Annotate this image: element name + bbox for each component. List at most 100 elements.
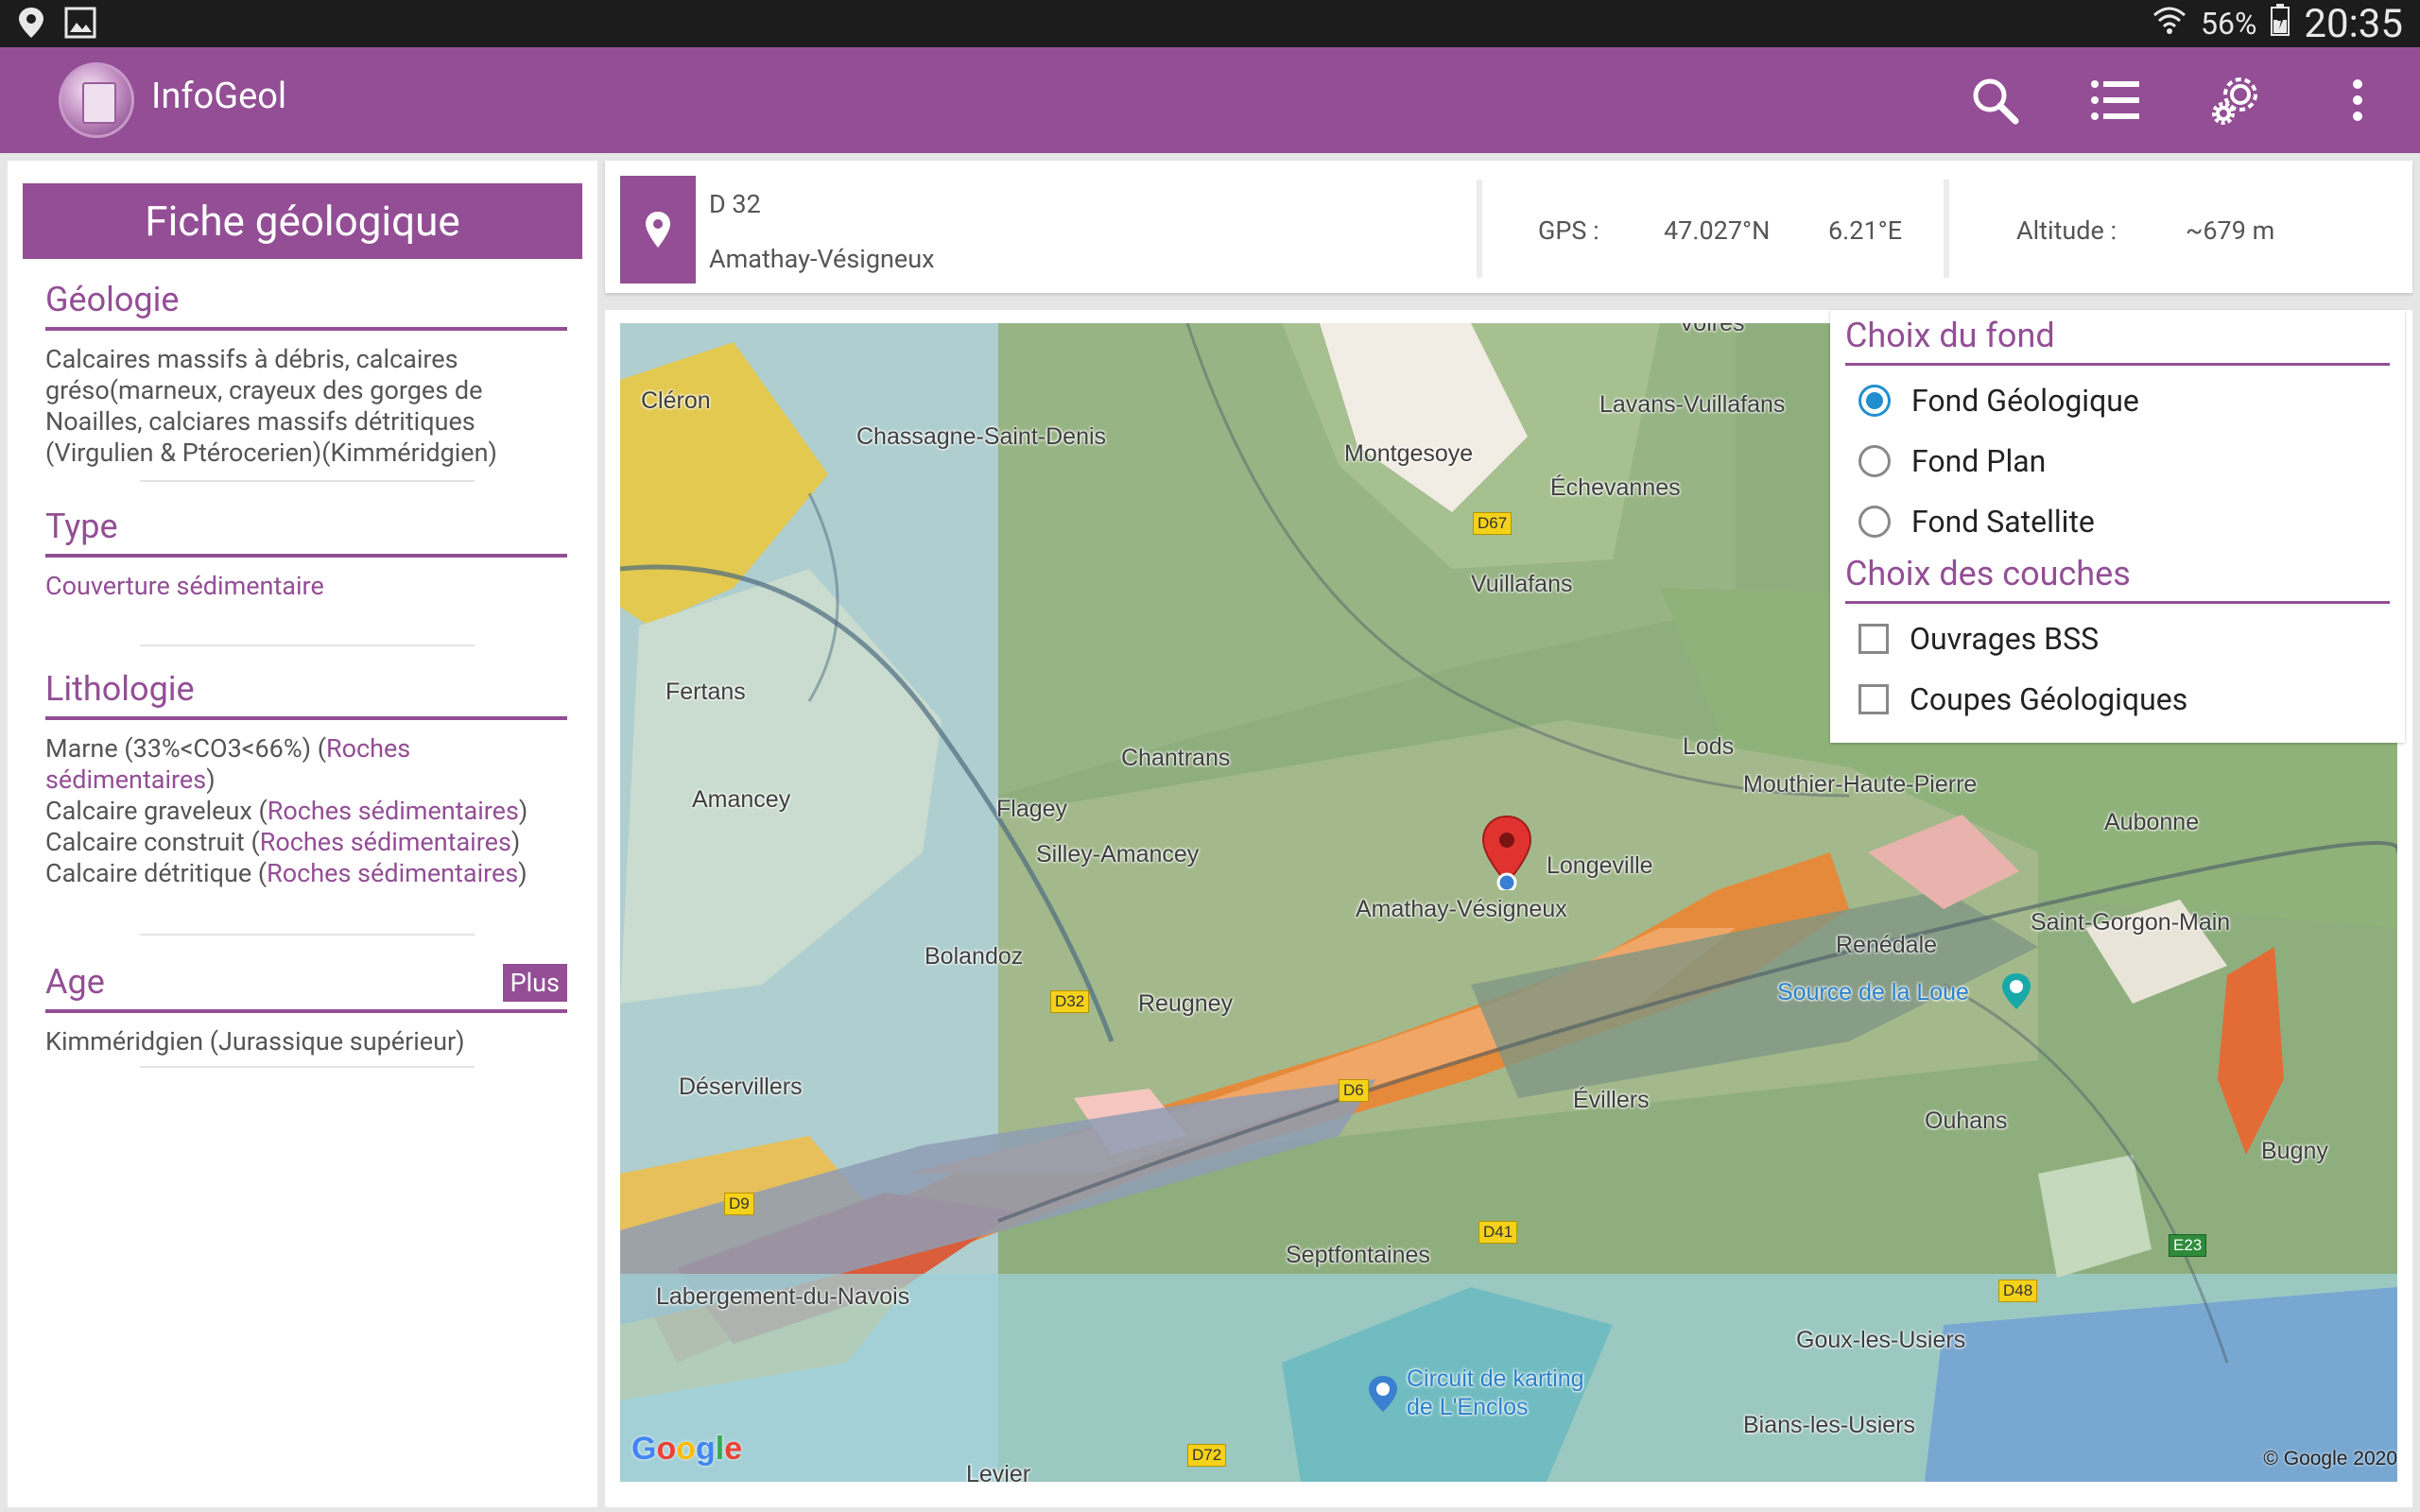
fiche-panel: Fiche géologique Géologie Calcaires mass… [8,161,597,1507]
map-label: Échevannes [1550,474,1681,501]
geologie-title: Géologie [45,280,567,331]
commune-name: Amathay-Vésigneux [709,244,935,274]
map-label: Aubonne [2104,809,2200,835]
checkbox[interactable] [1858,624,1889,654]
settings-icon[interactable] [2206,70,2267,130]
map-label: Montgesoye [1344,440,1474,467]
divider [1944,180,1949,278]
map-label: Levier [966,1461,1031,1482]
location-card: D 32 Amathay-Vésigneux GPS : 47.027°N 6.… [605,161,2412,293]
map-label: Silley-Amancey [1036,841,1200,868]
map-label: Goux-les-Usiers [1796,1327,1966,1353]
road-sign: D72 [1187,1444,1227,1467]
divider [1477,180,1482,278]
wifi-icon [2152,4,2187,43]
ouvrages-bss-option[interactable]: Ouvrages BSS [1858,620,2099,658]
map-label: Lavans-Vuillafans [1599,391,1786,418]
lithologie-list: Marne (33%<CO3<66%) (Roches sédimentaire… [45,733,567,889]
lithologie-section: Lithologie Marne (33%<CO3<66%) (Roches s… [45,669,567,889]
age-text: Kimméridgien (Jurassique supérieur) [45,1026,465,1057]
map-poi-label[interactable]: Source de la Loue [1777,979,1969,1006]
separator [140,644,475,646]
map-label: Renédale [1836,932,1938,958]
road-sign: D32 [1050,990,1090,1013]
age-section: Age Plus Kimméridgien (Jurassique supéri… [45,962,567,1057]
type-title: Type [45,507,567,558]
map-label: Chassagne-Saint-Denis [856,423,1107,450]
road-sign: D6 [1339,1079,1369,1102]
radio[interactable] [1858,445,1891,477]
fiche-header: Fiche géologique [23,183,582,259]
google-logo: Google [631,1431,743,1467]
fond-satellite-option[interactable]: Fond Satellite [1858,503,2095,541]
app-bar: InfoGeol [0,47,2420,153]
map-label: Flagey [996,796,1068,822]
map-label: Déservillers [679,1074,803,1100]
fond-title: Choix du fond [1845,316,2390,366]
map-label: Reugney [1138,990,1234,1017]
map-label: Vuillafans [1471,571,1573,597]
geologie-text: Calcaires massifs à débris, calcaires gr… [45,344,497,468]
radio-selected[interactable] [1858,385,1891,417]
lithologie-item: Marne (33%<CO3<66%) (Roches sédimentaire… [45,733,411,795]
altitude-value: ~679 m [2186,215,2275,246]
lithologie-item: Calcaire graveleux (Roches sédimentaires… [45,796,528,826]
gps-latitude: 47.027°N [1664,215,1771,246]
map-copyright: © Google 2020 [2263,1448,2397,1469]
map-label: Labergement-du-Navois [656,1283,910,1310]
map-label: Septfontaines [1286,1242,1430,1268]
fond-plan-option[interactable]: Fond Plan [1858,442,2046,480]
image-icon [64,7,96,43]
app-logo [59,62,134,138]
status-bar: 56% 20:35 [0,0,2420,47]
separator [140,1066,475,1068]
radio[interactable] [1858,506,1891,538]
road-sign: D67 [1473,512,1512,535]
geologie-section: Géologie Calcaires massifs à débris, cal… [45,280,567,469]
lithologie-item: Calcaire détritique (Roches sédimentaire… [45,858,527,888]
map-label: Bugny [2261,1138,2328,1164]
map-label: Amancey [692,786,791,813]
map-label: Cléron [641,387,711,414]
map-label: Fertans [666,679,746,705]
map-label: Saint-Gorgon-Main [2031,909,2231,936]
map-label: Chantrans [1121,745,1231,771]
list-icon[interactable] [2085,70,2146,130]
type-section: Type Couverture sédimentaire [45,507,567,602]
gps-longitude: 6.21°E [1828,215,1903,246]
roches-link[interactable]: Roches sédimentaires [267,858,518,888]
road-sign: D41 [1478,1221,1518,1244]
map-label: Voires [1679,323,1745,336]
map-label: Bolandoz [925,943,1024,970]
fond-geologique-option[interactable]: Fond Géologique [1858,382,2139,420]
layer-chooser-panel: Choix du fond Fond Géologique Fond Plan … [1830,310,2405,743]
lithologie-title: Lithologie [45,669,567,720]
location-icon [17,6,45,43]
checkbox[interactable] [1858,684,1889,714]
altitude-label: Altitude : [2016,215,2118,246]
map-label: Lods [1683,733,1735,760]
search-icon[interactable] [1964,70,2025,130]
map-label: Amathay-Vésigneux [1356,896,1567,922]
map-label: Longeville [1547,852,1653,879]
roches-link[interactable]: Roches sédimentaires [260,827,511,857]
clock: 20:35 [2304,0,2403,47]
roches-link[interactable]: Roches sédimentaires [268,796,519,826]
app-title: InfoGeol [151,76,287,117]
road-sign: E23 [2169,1234,2207,1257]
road-name: D 32 [709,189,761,219]
map-poi-label[interactable]: Circuit de karting de L'Enclos [1407,1365,1584,1421]
coupes-geologiques-option[interactable]: Coupes Géologiques [1858,680,2187,718]
type-text[interactable]: Couverture sédimentaire [45,571,567,602]
separator [140,934,475,936]
map-label: Mouthier-Haute-Pierre [1743,771,1978,798]
age-title: Age Plus [45,962,567,1013]
plus-button[interactable]: Plus [502,964,567,1002]
overflow-menu-icon[interactable] [2327,70,2388,130]
separator [140,480,475,482]
location-pin-icon [620,176,696,284]
map-label: Bians-les-Usiers [1743,1412,1915,1438]
road-sign: D48 [1998,1280,2038,1302]
map-label: Ouhans [1925,1108,2008,1134]
battery-icon [2270,3,2290,44]
